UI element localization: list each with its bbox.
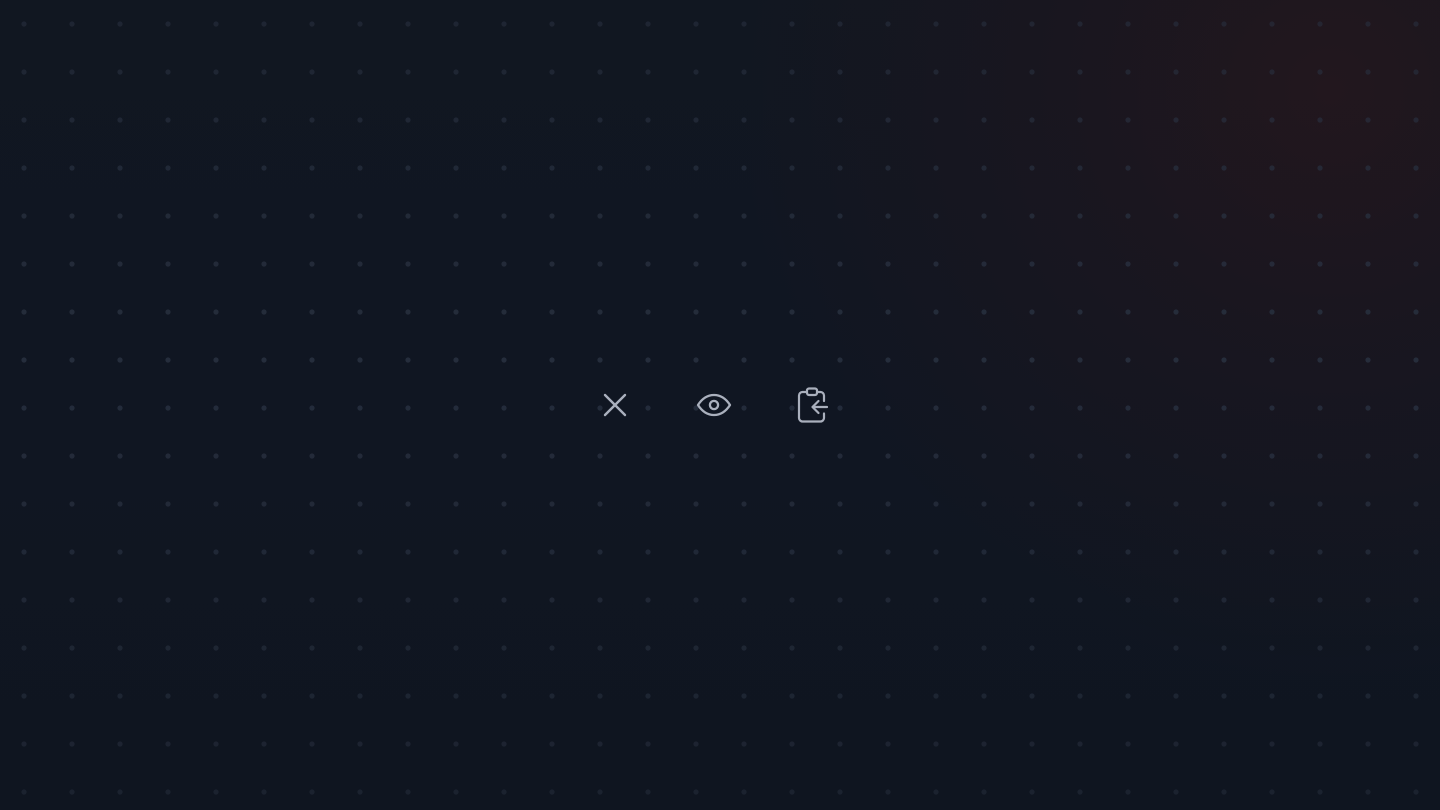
close-icon — [603, 393, 627, 417]
paste-button[interactable] — [790, 382, 836, 428]
close-button[interactable] — [592, 382, 638, 428]
eye-icon — [696, 393, 732, 417]
clipboard-return-icon — [797, 387, 829, 423]
canvas-stage — [0, 0, 1440, 810]
view-button[interactable] — [691, 382, 737, 428]
floating-toolbar — [592, 382, 838, 428]
